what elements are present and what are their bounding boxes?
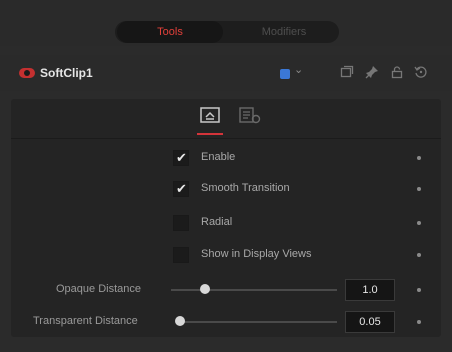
smooth-transition-label: Smooth Transition — [201, 182, 290, 194]
opaque-distance-handle[interactable] — [200, 284, 210, 294]
reset-icon[interactable] — [414, 65, 428, 79]
animate-dot-icon[interactable] — [417, 156, 421, 160]
control-subtabs — [11, 99, 441, 139]
tool-active-toggle-icon[interactable] — [19, 68, 35, 78]
inspector-tab-bar: Tools Modifiers — [0, 0, 452, 46]
chevron-down-icon[interactable]: ⌄ — [294, 63, 303, 76]
tool-color-chip[interactable] — [280, 69, 290, 79]
pin-icon[interactable] — [365, 65, 379, 79]
active-subtab-indicator — [197, 133, 223, 135]
radial-checkbox[interactable] — [173, 215, 189, 231]
animate-dot-icon[interactable] — [417, 187, 421, 191]
transparent-distance-label: Transparent Distance — [33, 315, 138, 327]
version-icon[interactable] — [340, 65, 354, 79]
enable-row: Enable — [11, 147, 441, 169]
transparent-distance-track[interactable] — [176, 321, 337, 323]
transparent-distance-handle[interactable] — [175, 316, 185, 326]
tool-header[interactable]: SoftClip1 ⌄ — [0, 55, 452, 91]
enable-label: Enable — [201, 151, 236, 163]
animate-dot-icon[interactable] — [417, 320, 421, 324]
tool-name: SoftClip1 — [40, 66, 93, 80]
animate-dot-icon[interactable] — [417, 253, 421, 257]
animate-dot-icon[interactable] — [417, 288, 421, 292]
smooth-transition-row: Smooth Transition — [11, 178, 441, 200]
enable-checkbox[interactable] — [173, 150, 189, 166]
opaque-distance-label: Opaque Distance — [56, 283, 141, 295]
radial-row: Radial — [11, 212, 441, 234]
show-in-display-views-label: Show in Display Views — [201, 248, 312, 260]
animate-dot-icon[interactable] — [417, 221, 421, 225]
opaque-distance-row: Opaque Distance 1.0 — [11, 279, 441, 301]
transparent-distance-row: Transparent Distance 0.05 — [11, 311, 441, 333]
lock-icon[interactable] — [390, 65, 404, 79]
show-in-display-views-row: Show in Display Views — [11, 244, 441, 266]
show-in-display-views-checkbox[interactable] — [173, 247, 189, 263]
tab-modifiers[interactable]: Modifiers — [231, 21, 337, 43]
tool-controls: Enable Smooth Transition Radial Show in … — [11, 99, 441, 337]
smooth-transition-checkbox[interactable] — [173, 181, 189, 197]
radial-label: Radial — [201, 216, 233, 228]
transparent-distance-value[interactable]: 0.05 — [345, 311, 395, 333]
tab-tools[interactable]: Tools — [117, 21, 223, 43]
settings-tab-icon[interactable] — [237, 105, 263, 129]
tab-switch: Tools Modifiers — [115, 21, 339, 43]
opaque-distance-value[interactable]: 1.0 — [345, 279, 395, 301]
inspector-panel: Tools Modifiers SoftClip1 ⌄ ✔ Enable ✔ S… — [0, 0, 452, 352]
controls-tab-icon[interactable] — [197, 105, 223, 129]
opaque-distance-track[interactable] — [171, 289, 337, 291]
